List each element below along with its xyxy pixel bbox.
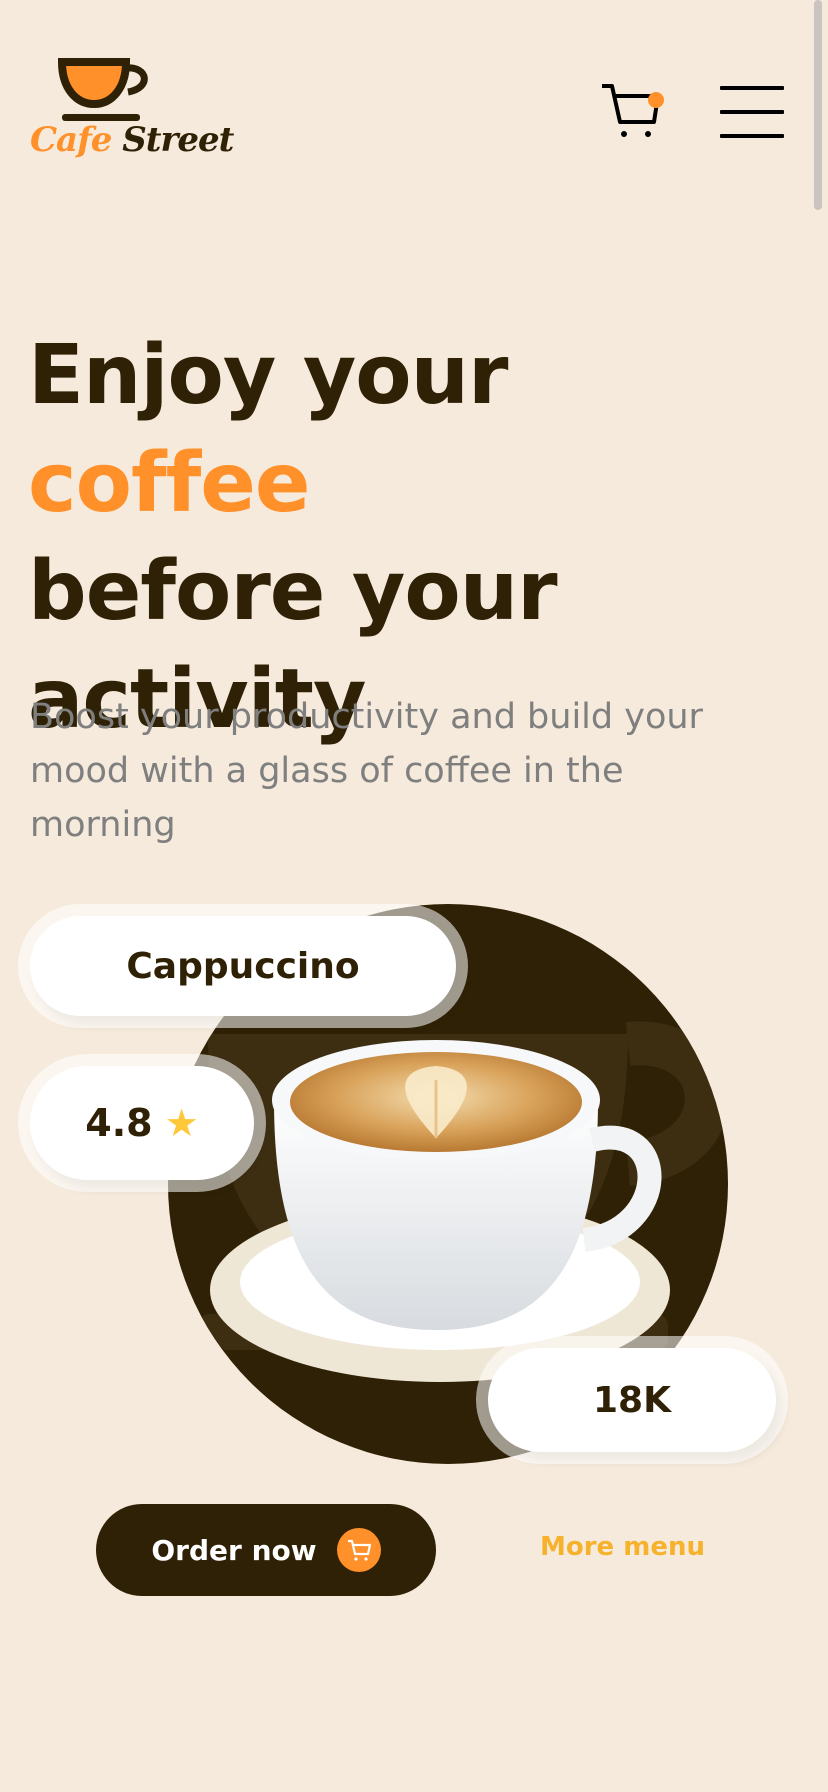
product-name-pill: Cappuccino bbox=[30, 916, 456, 1016]
cafe-street-logo[interactable]: Cafe Street bbox=[28, 52, 234, 172]
order-now-label: Order now bbox=[151, 1533, 317, 1567]
star-icon: ★ bbox=[164, 1101, 199, 1145]
menu-line bbox=[720, 110, 784, 114]
menu-line bbox=[720, 134, 784, 138]
rating-value: 4.8 bbox=[85, 1101, 153, 1145]
product-name: Cappuccino bbox=[126, 945, 360, 987]
cart-icon-badge bbox=[336, 1528, 381, 1572]
shopping-cart-icon bbox=[347, 1539, 371, 1561]
hero-subtitle: Boost your productivity and build your m… bbox=[30, 697, 703, 845]
cappuccino-cup-image bbox=[210, 1040, 670, 1382]
logo-word-cafe: Cafe bbox=[30, 120, 112, 160]
cart-notification-dot bbox=[648, 92, 664, 108]
count-pill: 18K bbox=[488, 1348, 776, 1452]
cart-button[interactable] bbox=[600, 80, 664, 142]
page-scrollbar[interactable] bbox=[814, 0, 822, 210]
hero-title-part-1: Enjoy your bbox=[28, 328, 508, 423]
order-now-button[interactable]: Order now bbox=[96, 1504, 436, 1596]
coffee-cup-logo-icon bbox=[58, 58, 148, 121]
more-menu-link[interactable]: More menu bbox=[540, 1532, 705, 1562]
hamburger-menu-button[interactable] bbox=[720, 86, 784, 138]
hero-title-accent: coffee bbox=[28, 436, 311, 531]
logo-text: Cafe Street bbox=[30, 120, 234, 160]
logo-word-street: Street bbox=[122, 120, 234, 160]
shopping-cart-icon bbox=[602, 84, 660, 137]
rating-pill: 4.8 ★ bbox=[30, 1066, 254, 1180]
count-value: 18K bbox=[593, 1379, 671, 1421]
menu-line bbox=[720, 86, 784, 90]
